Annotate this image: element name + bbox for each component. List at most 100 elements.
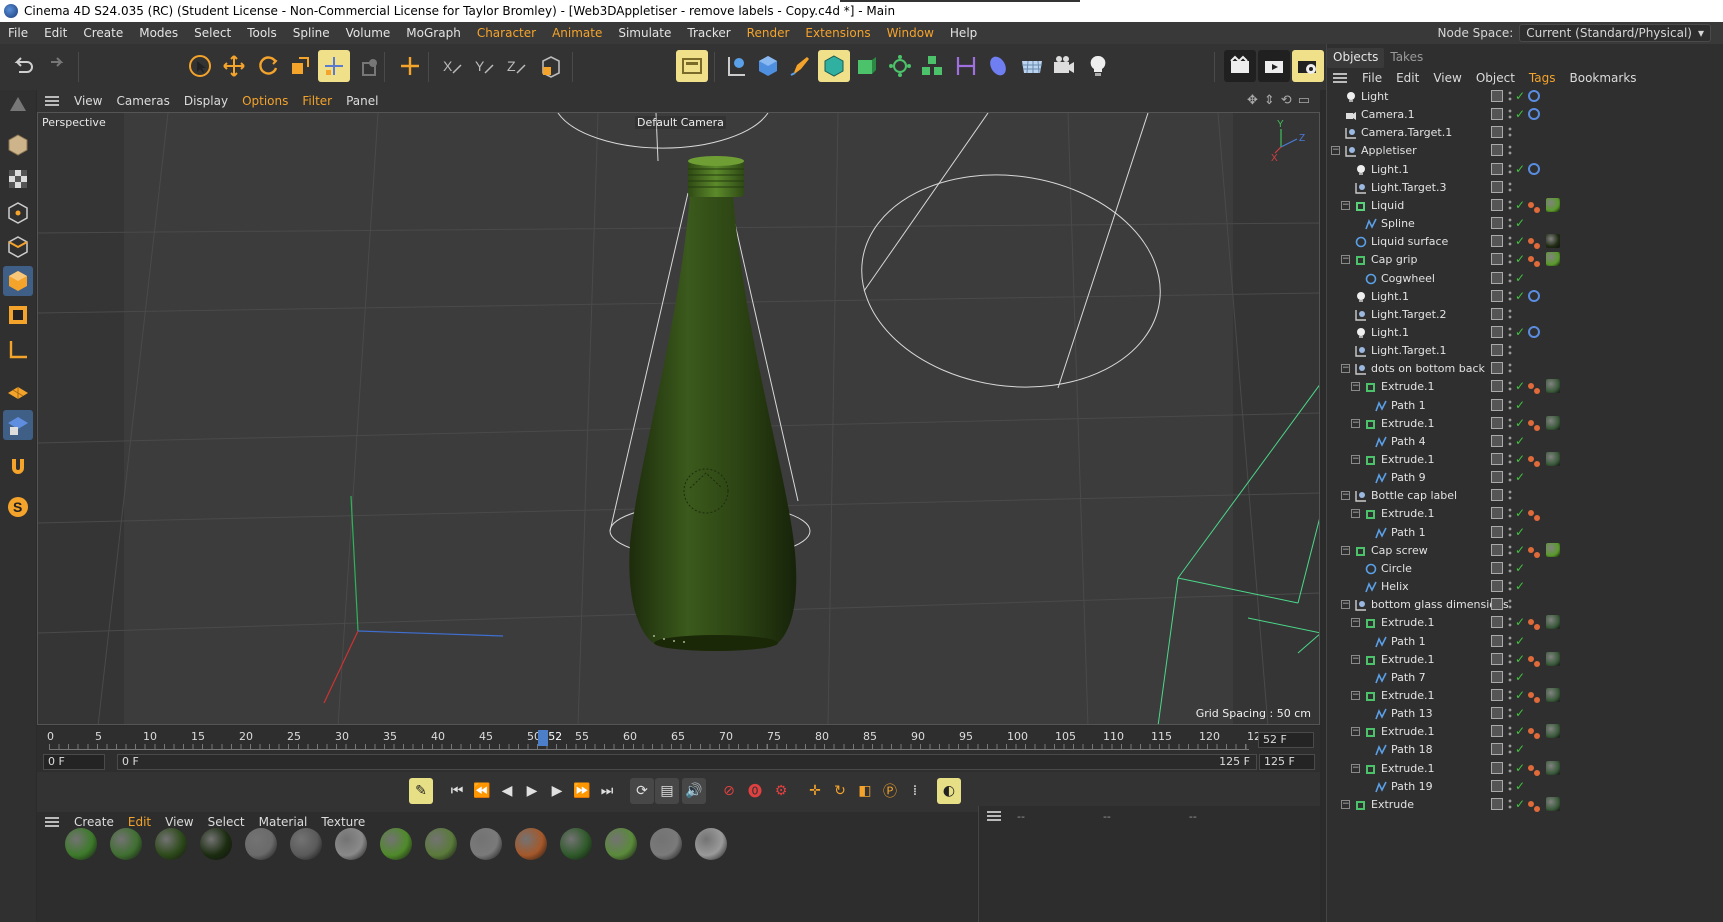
material-swatch[interactable]	[560, 828, 592, 860]
enabled-check-icon[interactable]: ✓	[1515, 616, 1525, 628]
object-row[interactable]: − Extrude.1 ✓	[1327, 723, 1723, 741]
key-param-button[interactable]: Ⓟ	[878, 778, 902, 804]
object-row[interactable]: Path 19 ✓	[1327, 778, 1723, 796]
material-swatch[interactable]	[335, 828, 367, 860]
material-hamburger-icon[interactable]	[45, 817, 59, 827]
render-to-picture-viewer-button[interactable]	[1258, 50, 1290, 82]
cloner-button[interactable]	[884, 50, 916, 82]
expand-toggle-icon[interactable]: −	[1351, 654, 1360, 664]
layer-color-box[interactable]	[1491, 688, 1503, 701]
material-tag-icon[interactable]	[1546, 197, 1560, 212]
enabled-check-icon[interactable]: ✓	[1515, 635, 1525, 647]
material-swatch[interactable]	[425, 828, 457, 860]
menu-edit[interactable]: Edit	[36, 26, 75, 40]
redo-button[interactable]	[40, 50, 72, 82]
object-row[interactable]: Light.Target.3	[1327, 179, 1723, 197]
object-row[interactable]: − Liquid ✓	[1327, 197, 1723, 215]
dolly-view-icon[interactable]: ⇕	[1264, 93, 1275, 108]
target-tag-icon[interactable]	[1528, 289, 1540, 302]
sound-button[interactable]: 🔊	[682, 778, 706, 804]
material-tag-icon[interactable]	[1546, 796, 1560, 811]
viewport-menu-view[interactable]: View	[67, 94, 109, 108]
phong-tag-icon[interactable]	[1528, 546, 1542, 559]
tab-objects[interactable]: Objects	[1327, 48, 1385, 68]
object-row[interactable]: Light.Target.1	[1327, 342, 1723, 360]
texture-mode-button[interactable]	[3, 164, 33, 194]
expand-toggle-icon[interactable]: −	[1351, 763, 1360, 773]
visibility-dots-icon[interactable]	[1507, 162, 1513, 175]
visibility-dots-icon[interactable]	[1507, 398, 1513, 411]
layer-color-box[interactable]	[1491, 434, 1503, 447]
material-tag-icon[interactable]	[1546, 651, 1560, 666]
enabled-check-icon[interactable]: ✓	[1515, 108, 1525, 120]
enabled-check-icon[interactable]: ✓	[1515, 544, 1525, 556]
layer-color-box[interactable]	[1491, 289, 1503, 302]
layer-color-box[interactable]	[1491, 525, 1503, 538]
menu-create[interactable]: Create	[75, 26, 131, 40]
viewport-menu-options[interactable]: Options	[235, 94, 295, 108]
object-row[interactable]: Path 1 ✓	[1327, 397, 1723, 415]
visibility-dots-icon[interactable]	[1507, 380, 1513, 393]
expand-toggle-icon[interactable]: −	[1351, 509, 1360, 519]
autokey-button[interactable]: ⓿	[743, 778, 767, 804]
render-settings-button[interactable]	[1292, 50, 1324, 82]
menu-character[interactable]: Character	[469, 26, 544, 40]
phong-tag-icon[interactable]	[1528, 764, 1542, 777]
visibility-dots-icon[interactable]	[1507, 344, 1513, 357]
enabled-check-icon[interactable]: ✓	[1515, 689, 1525, 701]
phong-tag-icon[interactable]	[1528, 238, 1542, 250]
material-swatch[interactable]	[650, 828, 682, 860]
enabled-check-icon[interactable]: ✓	[1515, 707, 1525, 719]
null-object-button[interactable]	[720, 50, 752, 82]
target-tag-icon[interactable]	[1528, 90, 1540, 102]
material-tag-icon[interactable]	[1546, 760, 1560, 775]
polygons-mode-button[interactable]	[3, 266, 33, 296]
uv-mode-button[interactable]	[3, 300, 33, 330]
expand-toggle-icon[interactable]: −	[1341, 799, 1350, 809]
range-end-field[interactable]: 125 F	[1259, 754, 1315, 770]
enabled-check-icon[interactable]: ✓	[1515, 762, 1525, 774]
objects-menu-edit[interactable]: Edit	[1389, 71, 1426, 85]
material-swatch[interactable]	[65, 828, 97, 860]
workplane-lock-button[interactable]	[3, 410, 33, 440]
object-row[interactable]: − Extrude.1 ✓	[1327, 415, 1723, 433]
layer-color-box[interactable]	[1491, 634, 1503, 647]
expand-toggle-icon[interactable]: −	[1351, 618, 1360, 628]
visibility-dots-icon[interactable]	[1507, 525, 1513, 538]
object-row[interactable]: Path 9 ✓	[1327, 469, 1723, 487]
layer-color-box[interactable]	[1491, 707, 1503, 720]
move-tool-button[interactable]	[218, 50, 250, 82]
material-swatch[interactable]	[515, 828, 547, 860]
expand-toggle-icon[interactable]: −	[1341, 255, 1350, 265]
expand-toggle-icon[interactable]: −	[1341, 545, 1350, 555]
objects-menu-view[interactable]: View	[1426, 71, 1468, 85]
enabled-check-icon[interactable]: ✓	[1515, 399, 1525, 411]
layer-color-box[interactable]	[1491, 561, 1503, 574]
visibility-dots-icon[interactable]	[1507, 725, 1513, 738]
expand-toggle-icon[interactable]: −	[1351, 690, 1360, 700]
tab-takes[interactable]: Takes	[1384, 48, 1429, 68]
object-row[interactable]: − Extrude.1 ✓	[1327, 451, 1723, 469]
material-tag-icon[interactable]	[1546, 415, 1560, 430]
menu-window[interactable]: Window	[879, 26, 942, 40]
material-tag-icon[interactable]	[1546, 379, 1560, 394]
array-button[interactable]	[916, 50, 948, 82]
object-row[interactable]: Path 18 ✓	[1327, 741, 1723, 759]
layer-color-box[interactable]	[1491, 779, 1503, 792]
visibility-dots-icon[interactable]	[1507, 434, 1513, 447]
material-swatch[interactable]	[155, 828, 187, 860]
enabled-check-icon[interactable]: ✓	[1515, 290, 1525, 302]
object-row[interactable]: Circle ✓	[1327, 560, 1723, 578]
record-disabled-button[interactable]: ⊘	[717, 778, 741, 804]
layer-color-box[interactable]	[1491, 217, 1503, 230]
motion-system-button[interactable]: ◐	[937, 778, 961, 804]
layer-color-box[interactable]	[1491, 761, 1503, 774]
layer-color-box[interactable]	[1491, 271, 1503, 284]
layer-color-box[interactable]	[1491, 162, 1503, 175]
viewport-menu-cameras[interactable]: Cameras	[109, 94, 176, 108]
undo-button[interactable]	[6, 50, 38, 82]
material-tag-icon[interactable]	[1546, 724, 1560, 739]
play-forward-button[interactable]: ▶	[520, 778, 544, 804]
objects-hamburger-icon[interactable]	[1333, 73, 1347, 83]
layer-color-box[interactable]	[1491, 580, 1503, 593]
